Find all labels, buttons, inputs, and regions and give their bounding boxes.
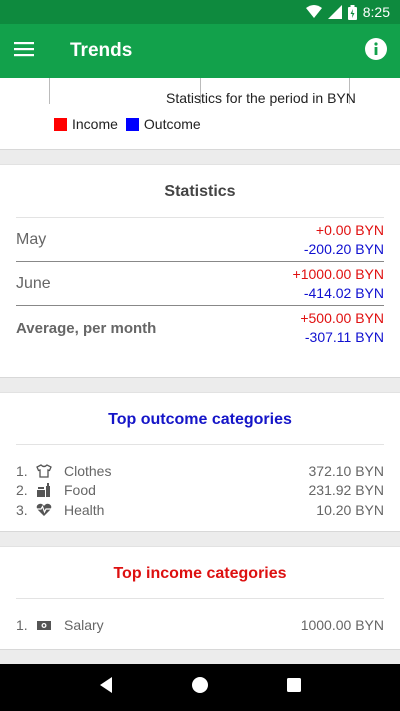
signal-icon	[327, 5, 342, 19]
app-bar: Trends	[0, 24, 400, 78]
hamburger-menu-icon	[14, 41, 34, 62]
top-outcome-title: Top outcome categories	[108, 411, 292, 428]
system-nav-bar	[0, 664, 400, 711]
legend-income-swatch	[54, 117, 67, 131]
item-rank: 2.	[16, 482, 28, 499]
item-amount: 1000.00 BYN	[300, 616, 384, 633]
banknote-icon	[36, 617, 52, 633]
heart-pulse-icon	[36, 502, 52, 518]
list-item[interactable]: 1. Clothes 372.10 BYN	[16, 461, 384, 481]
status-bar: 8:25	[0, 0, 400, 24]
chart-legend: Income Outcome	[54, 116, 209, 132]
info-button[interactable]	[352, 24, 400, 78]
legend-income-label: Income	[72, 116, 118, 132]
stat-label: June	[16, 274, 51, 292]
statistics-card: Statistics May +0.00 BYN -200.20 BYN Jun…	[0, 164, 400, 378]
shirt-icon	[36, 463, 52, 479]
stat-income-value: +500.00 BYN	[300, 310, 384, 326]
top-income-title: Top income categories	[113, 565, 287, 582]
recents-button[interactable]	[286, 677, 302, 698]
item-name: Food	[64, 482, 96, 499]
item-amount: 231.92 BYN	[308, 482, 385, 499]
legend-outcome-swatch	[125, 117, 139, 131]
stat-label: May	[16, 230, 47, 248]
info-icon	[365, 37, 387, 65]
back-triangle-icon	[98, 677, 114, 698]
legend-outcome-label: Outcome	[143, 116, 201, 132]
item-rank: 3.	[16, 501, 28, 518]
recents-square-icon	[286, 678, 302, 697]
wifi-icon	[305, 5, 322, 19]
stat-income-value: +1000.00 BYN	[292, 265, 384, 282]
chart-axis-line	[49, 78, 50, 104]
top-income-card: Top income categories 1. Salary 1000.00 …	[0, 546, 400, 650]
stat-row-average: Average, per month +500.00 BYN -307.11 B…	[16, 306, 384, 350]
item-name: Clothes	[64, 462, 112, 479]
stat-label: Average, per month	[16, 319, 157, 337]
stat-outcome-value: -200.20 BYN	[303, 240, 384, 257]
status-time: 8:25	[362, 4, 390, 20]
statistics-title: Statistics	[164, 183, 236, 200]
stat-row-may: May +0.00 BYN -200.20 BYN	[16, 218, 384, 262]
item-rank: 1.	[16, 462, 28, 479]
home-circle-icon	[191, 677, 209, 698]
item-name: Salary	[64, 616, 104, 633]
home-button[interactable]	[191, 676, 209, 699]
item-amount: 372.10 BYN	[308, 462, 385, 479]
top-outcome-list: 1. Clothes 372.10 BYN 2. Food 231.92 BYN…	[0, 445, 400, 520]
list-item[interactable]: 1. Salary 1000.00 BYN	[16, 615, 384, 635]
item-name: Health	[64, 501, 105, 518]
list-item[interactable]: 3. Health 10.20 BYN	[16, 500, 384, 520]
chart-card	[0, 78, 400, 150]
food-icon	[36, 482, 52, 498]
back-button[interactable]	[98, 676, 114, 699]
stat-outcome-value: -414.02 BYN	[303, 284, 384, 301]
chart-caption: Statistics for the period in BYN	[166, 90, 356, 106]
menu-button[interactable]	[0, 24, 48, 78]
item-rank: 1.	[16, 616, 28, 633]
top-income-list: 1. Salary 1000.00 BYN	[0, 599, 400, 635]
stat-outcome-value: -307.11 BYN	[304, 329, 384, 345]
list-item[interactable]: 2. Food 231.92 BYN	[16, 481, 384, 501]
item-amount: 10.20 BYN	[316, 501, 384, 518]
top-outcome-card: Top outcome categories 1. Clothes 372.10…	[0, 392, 400, 532]
stat-row-june: June +1000.00 BYN -414.02 BYN	[16, 262, 384, 306]
page-title: Trends	[70, 40, 133, 61]
stat-income-value: +0.00 BYN	[315, 221, 384, 238]
battery-icon	[347, 4, 357, 20]
